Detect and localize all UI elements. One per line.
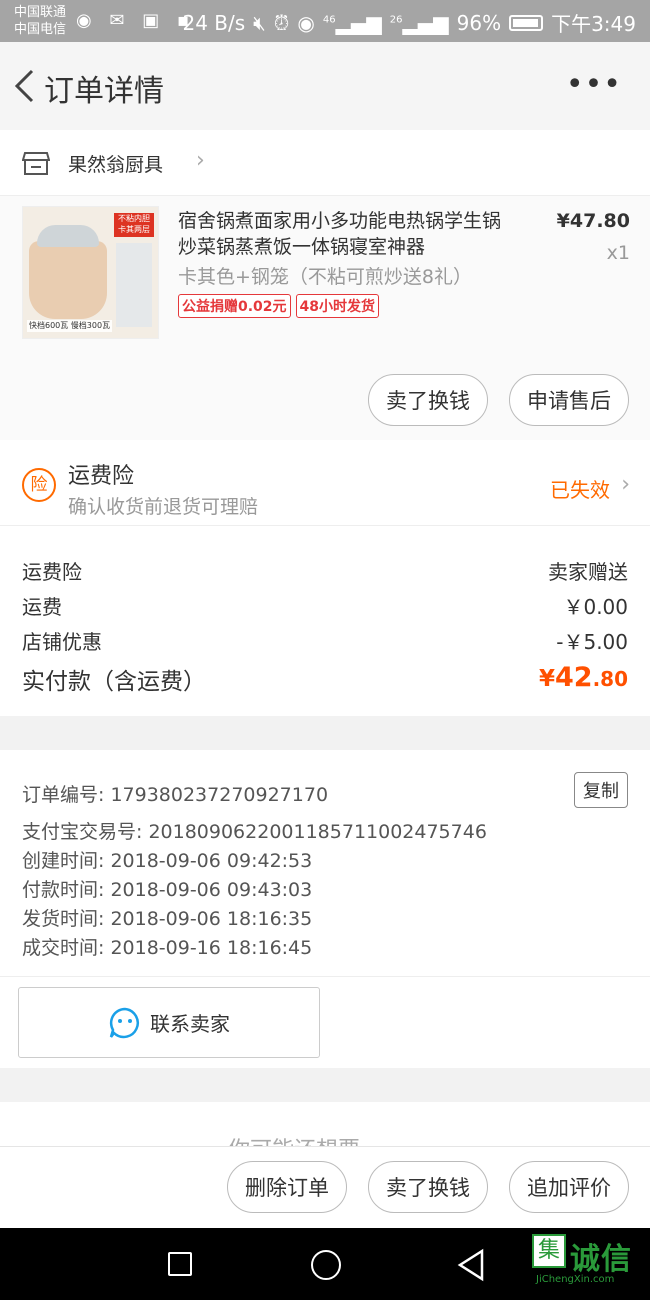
contact-seller-button[interactable]: 联系卖家 <box>18 987 320 1058</box>
shop-name[interactable]: 果然翁厨具 <box>68 150 163 177</box>
nav-bar: 订单详情 ••• <box>0 42 650 130</box>
carrier-info: 中国联通 中国电信 <box>14 4 66 38</box>
accessories-image <box>116 243 152 327</box>
total-amount: ¥42.80 <box>539 662 628 696</box>
shop-row[interactable]: 果然翁厨具 › <box>0 130 650 196</box>
battery-percent: 96% <box>456 10 502 35</box>
pot-image <box>29 241 107 319</box>
page-title: 订单详情 <box>44 74 164 109</box>
notification-icons: ◉ ✉ ▣ ▪ <box>76 10 196 31</box>
insurance-subtitle: 确认收货前退货可理赔 <box>68 496 259 518</box>
thumb-spec: 快档600瓦 慢档300瓦 <box>27 320 113 332</box>
eye-icon: ◉ <box>297 10 315 35</box>
insurance-status: 已失效 <box>550 478 610 502</box>
clock: 下午3:49 <box>551 12 636 36</box>
resell-button[interactable]: 卖了换钱 <box>368 374 488 426</box>
alarm-icon: ⏰︎ <box>273 10 290 35</box>
carrier-1: 中国联通 <box>14 5 67 20</box>
delete-order-button[interactable]: 删除订单 <box>227 1161 347 1213</box>
created-time: 创建时间: 2018-09-06 09:42:53 <box>22 850 313 872</box>
battery-icon <box>509 14 544 31</box>
order-number: 订单编号: 179380237270927170 <box>22 784 329 806</box>
home-icon[interactable] <box>311 1250 341 1280</box>
product-quantity: x1 <box>606 242 630 264</box>
recents-icon[interactable] <box>168 1252 192 1276</box>
status-right: 24 B/s 🔇︎ ⏰︎ ◉ 46▂▄▆ 26▂▄▆ 96% 下午3:49 <box>182 8 636 37</box>
charity-tag: 公益捐赠0.02元 <box>178 294 291 318</box>
signal-2-icon: 26▂▄▆ <box>389 10 449 35</box>
divider <box>0 976 650 977</box>
order-info: 订单编号: 179380237270927170 复制 支付宝交易号: 2018… <box>0 750 650 1068</box>
chevron-right-icon: › <box>621 472 630 497</box>
copy-button[interactable]: 复制 <box>574 772 628 808</box>
recommendation-peek: 你可能还想要 <box>0 1102 650 1163</box>
chevron-right-icon: › <box>196 148 205 173</box>
product-tags: 公益捐赠0.02元 48小时发货 <box>178 294 380 318</box>
back-arrow-icon[interactable] <box>12 68 38 104</box>
shipping-insurance-row[interactable]: 险 运费险 确认收货前退货可理赔 已失效 › <box>0 440 650 526</box>
status-bar: 中国联通 中国电信 ◉ ✉ ▣ ▪ 24 B/s 🔇︎ ⏰︎ ◉ 46▂▄▆ 2… <box>0 0 650 42</box>
shop-icon <box>22 152 50 175</box>
carrier-2: 中国电信 <box>14 22 67 37</box>
mute-icon: 🔇︎ <box>253 10 266 35</box>
total-symbol: ¥ <box>538 666 555 692</box>
network-speed: 24 B/s <box>182 10 246 35</box>
product-price: ¥47.80 <box>556 210 630 232</box>
paid-time: 付款时间: 2018-09-06 09:43:03 <box>22 879 313 901</box>
insurance-title: 运费险 <box>68 464 135 489</box>
system-nav-bar: 集 诚信 JiChengXin.com <box>0 1228 650 1300</box>
completed-time: 成交时间: 2018-09-16 18:16:45 <box>22 937 313 959</box>
shipped-time: 发货时间: 2018-09-06 18:16:35 <box>22 908 313 930</box>
signal-1-icon: 46▂▄▆ <box>322 10 382 35</box>
total-int: 42 <box>554 662 593 693</box>
fee-label: 运费险 <box>22 560 82 584</box>
add-review-button[interactable]: 追加评价 <box>509 1161 629 1213</box>
product-thumbnail[interactable]: 不粘内胆 卡其两层 快档600瓦 慢档300瓦 <box>22 206 159 339</box>
fee-row-discount: 店铺优惠 -￥5.00 <box>22 626 628 655</box>
fee-label: 运费 <box>22 595 62 619</box>
watermark-url: JiChengXin.com <box>536 1274 615 1285</box>
insurance-icon: 险 <box>22 468 56 502</box>
fee-row-insurance: 运费险 卖家赠送 <box>22 556 628 585</box>
chat-icon <box>109 1007 139 1038</box>
product-sku: 卡其色+钢笼（不粘可煎炒送8礼） <box>178 266 473 288</box>
more-icon[interactable]: ••• <box>566 70 622 100</box>
fee-value: ￥0.00 <box>563 595 628 619</box>
resell-button-bottom[interactable]: 卖了换钱 <box>368 1161 488 1213</box>
fee-label: 店铺优惠 <box>22 630 102 654</box>
fee-row-shipping: 运费 ￥0.00 <box>22 591 628 620</box>
contact-seller-label: 联系卖家 <box>150 1012 230 1036</box>
bottom-action-bar: 删除订单 卖了换钱 追加评价 <box>0 1146 650 1228</box>
fee-summary: 运费险 卖家赠送 运费 ￥0.00 店铺优惠 -￥5.00 实付款（含运费） ¥… <box>0 526 650 716</box>
watermark-logo: 集 <box>532 1234 566 1268</box>
alipay-trade-number: 支付宝交易号: 2018090622001185711002475746 <box>22 821 487 843</box>
total-dec: .80 <box>592 667 628 691</box>
product-card: 不粘内胆 卡其两层 快档600瓦 慢档300瓦 宿舍锅煮面家用小多功能电热锅学生… <box>0 196 650 440</box>
lid-image <box>37 225 99 247</box>
watermark-text: 诚信 <box>570 1242 632 1277</box>
watermark: 集 诚信 JiChengXin.com <box>532 1234 644 1294</box>
fee-value: -￥5.00 <box>556 630 628 654</box>
back-triangle-icon[interactable] <box>456 1248 486 1282</box>
after-sale-button[interactable]: 申请售后 <box>509 374 629 426</box>
thumb-tag: 不粘内胆 卡其两层 <box>114 213 154 237</box>
total-label: 实付款（含运费） <box>22 669 206 695</box>
total-row: 实付款（含运费） ¥42.80 <box>22 662 628 696</box>
shipping-tag: 48小时发货 <box>295 294 380 318</box>
product-title[interactable]: 宿舍锅煮面家用小多功能电热锅学生锅炒菜锅蒸煮饭一体锅寝室神器 <box>178 208 518 260</box>
fee-value: 卖家赠送 <box>548 560 628 584</box>
